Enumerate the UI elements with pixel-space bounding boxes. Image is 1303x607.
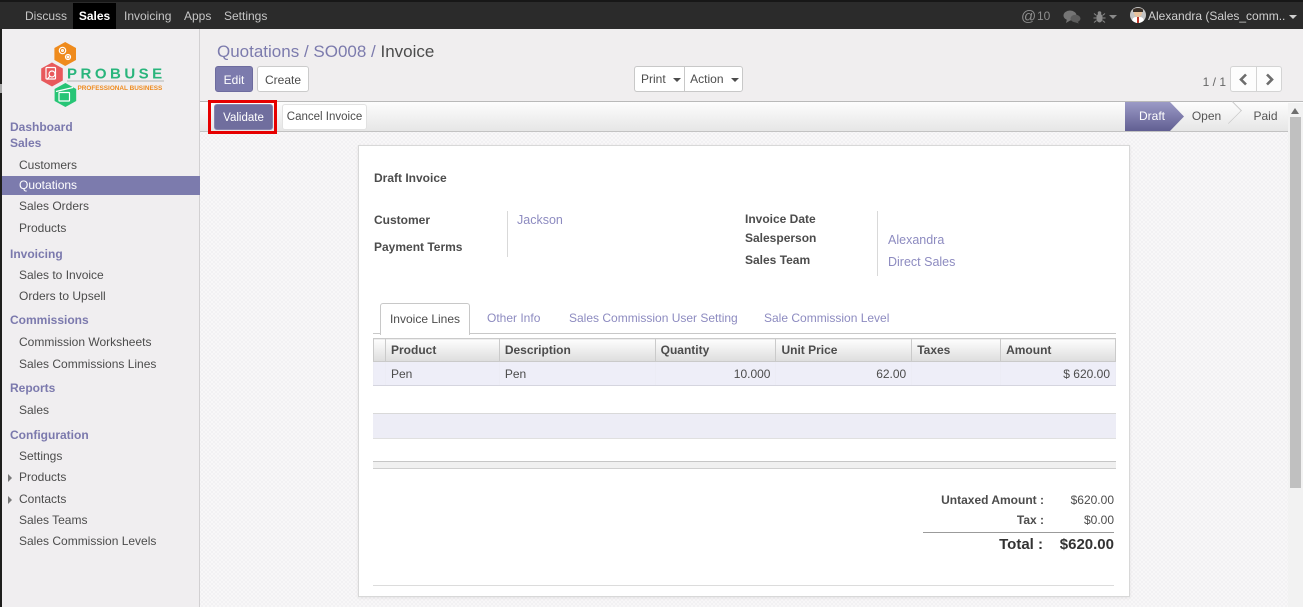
svg-text:PROFESSIONAL BUSINESS: PROFESSIONAL BUSINESS xyxy=(78,85,163,92)
svg-text:PROBUSE: PROBUSE xyxy=(67,66,166,83)
